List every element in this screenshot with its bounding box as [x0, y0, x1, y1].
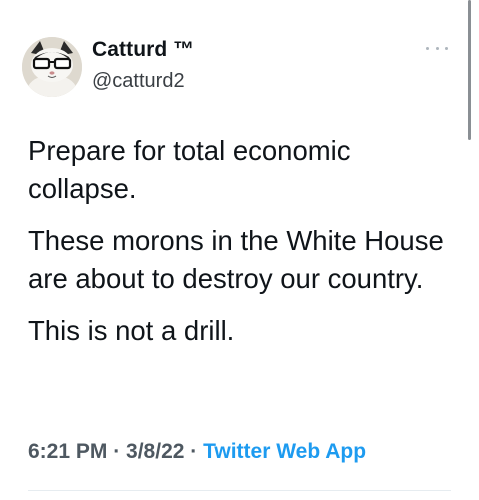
tweet-paragraph: This is not a drill.	[28, 315, 235, 346]
tweet-time[interactable]: 6:21 PM	[28, 440, 107, 463]
tweet-source-link[interactable]: Twitter Web App	[203, 440, 366, 463]
tweet-metadata: 6:21 PM · 3/8/22 · Twitter Web App	[28, 440, 366, 464]
tweet-paragraph: Prepare for total economic collapse.	[28, 135, 351, 204]
meta-separator: ·	[107, 440, 127, 463]
meta-separator: ·	[184, 440, 204, 463]
tweet-text: Prepare for total economic collapse. The…	[28, 132, 448, 364]
more-options-icon[interactable]	[426, 40, 448, 56]
tweet-date[interactable]: 3/8/22	[126, 440, 184, 463]
tweet-paragraph: These morons in the White House are abou…	[28, 225, 444, 294]
user-handle[interactable]: @catturd2	[92, 70, 185, 93]
cat-avatar-icon	[22, 37, 82, 97]
avatar[interactable]	[22, 37, 82, 97]
display-name[interactable]: Catturd ™	[92, 38, 194, 62]
scrollbar[interactable]	[468, 0, 471, 140]
divider	[28, 490, 451, 491]
tweet-card: Catturd ™ @catturd2 Prepare for total ec…	[0, 0, 479, 500]
